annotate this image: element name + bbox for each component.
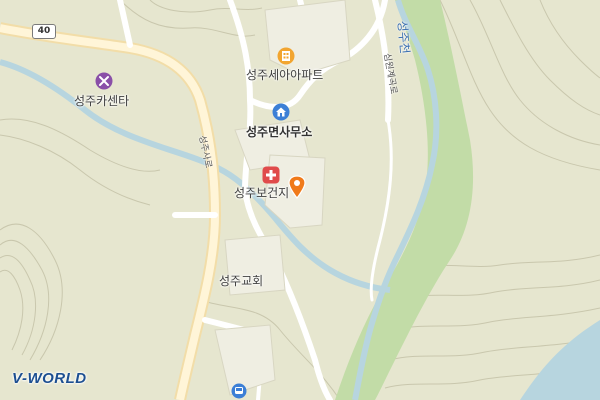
river-bank [520,320,600,400]
label-seongju-stream: 성주천 [395,20,412,55]
green-zone [335,0,474,400]
vworld-logo: V-WORLD [12,370,87,387]
car-repair-icon[interactable] [95,72,113,90]
government-office-icon[interactable] [272,103,290,121]
apartment-icon[interactable] [277,47,295,65]
route-shield: 40 [32,24,56,39]
map-base-layer [0,0,600,400]
label-seongju-health[interactable]: 성주보건지 [234,184,289,201]
label-seongju-church[interactable]: 성주교회 [219,272,263,289]
label-seongju-office[interactable]: 성주면사무소 [246,123,312,140]
location-pin-icon[interactable] [288,175,306,199]
map-view[interactable]: 40 성주세아아파트 성주면사무소 성주카센타 성주보건지 성주교회 성주천 심… [0,0,600,400]
label-seongju-seia-apt[interactable]: 성주세아아파트 [246,66,323,83]
bus-stop-icon[interactable] [231,383,247,399]
hospital-icon[interactable] [262,166,280,184]
label-seongju-carcenter[interactable]: 성주카센타 [74,92,129,109]
